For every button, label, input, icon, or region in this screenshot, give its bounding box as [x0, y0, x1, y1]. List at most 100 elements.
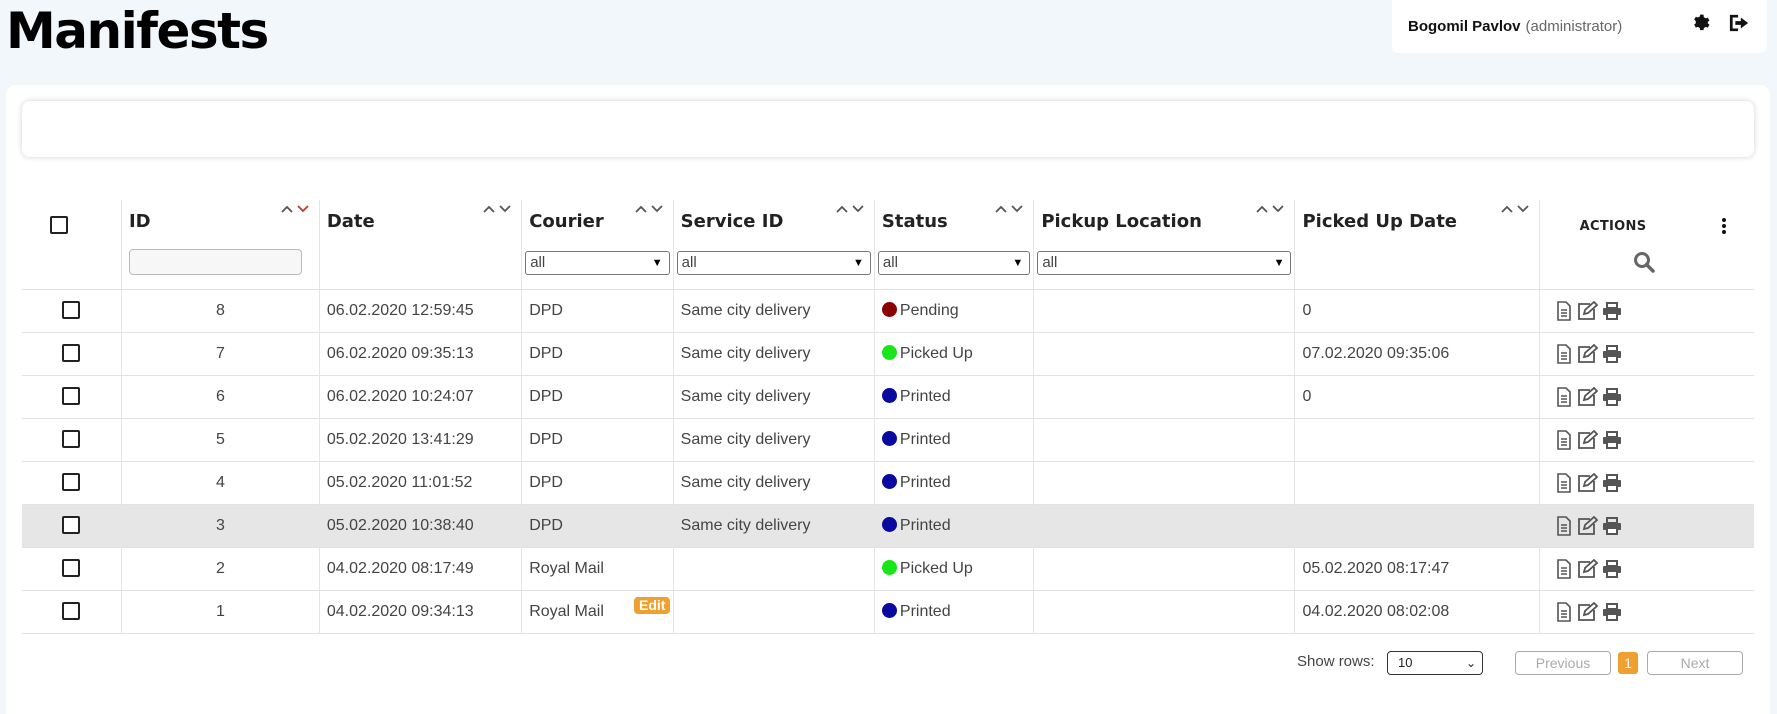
sort-desc-icon[interactable] — [651, 205, 663, 213]
print-icon[interactable] — [1602, 301, 1622, 320]
document-icon[interactable] — [1556, 343, 1572, 364]
edit-icon[interactable] — [1576, 558, 1598, 579]
document-icon[interactable] — [1556, 300, 1572, 321]
table-row[interactable]: 5 05.02.2020 13:41:29 DPD Same city deliver… — [22, 418, 1754, 461]
print-icon[interactable] — [1602, 559, 1622, 578]
edit-icon[interactable] — [1576, 386, 1598, 407]
sort-controls-service-id[interactable] — [836, 205, 864, 213]
status-label: Printed — [899, 516, 951, 534]
cell-picked-up-date — [1294, 461, 1540, 504]
edit-icon[interactable] — [1576, 300, 1598, 321]
cell-service-id: Same city delivery — [673, 418, 875, 461]
row-checkbox[interactable] — [62, 602, 81, 621]
header-select-all — [22, 200, 122, 289]
document-icon[interactable] — [1556, 429, 1572, 450]
table-row[interactable]: 3 05.02.2020 10:38:40 DPD Same city deliver… — [22, 504, 1754, 547]
cell-picked-up-date: 07.02.2020 09:35:06 — [1294, 332, 1540, 375]
sort-controls-date[interactable] — [483, 205, 511, 213]
table-row[interactable]: 1 04.02.2020 09:34:13 Royal Mail Printed 04.… — [22, 590, 1754, 633]
edit-icon[interactable] — [1576, 601, 1598, 622]
edit-icon[interactable] — [1576, 472, 1598, 493]
table-row[interactable]: 7 06.02.2020 09:35:13 DPD Same city deliver… — [22, 332, 1754, 375]
print-icon[interactable] — [1602, 430, 1622, 449]
sort-desc-icon[interactable] — [1272, 205, 1285, 213]
table-row[interactable]: 6 06.02.2020 10:24:07 DPD Same city deliver… — [22, 375, 1754, 418]
user-name: Bogomil Pavlov — [1408, 18, 1521, 35]
gear-icon[interactable] — [1690, 13, 1710, 37]
sort-controls-id[interactable] — [281, 205, 309, 213]
rows-per-page-select[interactable]: 10 ⌄ — [1387, 651, 1483, 675]
courier-filter-select[interactable]: all ▼ — [525, 251, 670, 275]
row-checkbox[interactable] — [62, 387, 81, 406]
print-icon[interactable] — [1602, 602, 1622, 621]
cell-date: 06.02.2020 12:59:45 — [319, 289, 523, 332]
print-icon[interactable] — [1602, 344, 1622, 363]
sort-desc-icon[interactable] — [1517, 205, 1529, 213]
row-select-cell — [22, 418, 122, 461]
logout-icon[interactable] — [1728, 13, 1750, 37]
document-icon[interactable] — [1556, 515, 1572, 536]
status-filter-select[interactable]: all ▼ — [877, 251, 1031, 275]
select-all-checkbox[interactable] — [50, 216, 68, 234]
print-icon[interactable] — [1602, 516, 1622, 535]
table-row[interactable]: 8 06.02.2020 12:59:45 DPD Same city deliver… — [22, 289, 1754, 332]
next-button[interactable]: Next — [1647, 651, 1743, 675]
edit-badge[interactable]: Edit — [634, 597, 671, 614]
sort-asc-icon[interactable] — [1256, 205, 1269, 213]
row-checkbox[interactable] — [62, 559, 81, 578]
cell-status: Printed — [874, 590, 1035, 633]
cell-date: 06.02.2020 10:24:07 — [319, 375, 523, 418]
document-icon[interactable] — [1556, 601, 1572, 622]
status-dot-icon — [881, 516, 897, 532]
document-icon[interactable] — [1556, 472, 1572, 493]
document-icon[interactable] — [1556, 386, 1572, 407]
sort-asc-icon[interactable] — [1501, 205, 1513, 213]
row-select-cell — [22, 547, 122, 590]
row-checkbox[interactable] — [62, 344, 81, 363]
sort-desc-icon[interactable] — [297, 205, 309, 213]
pickup-location-filter-value: all — [1042, 254, 1058, 271]
search-icon[interactable] — [1633, 251, 1655, 278]
sort-asc-icon[interactable] — [483, 205, 495, 213]
dropdown-arrow-icon: ▼ — [651, 257, 663, 269]
row-checkbox[interactable] — [62, 430, 81, 449]
sort-controls-picked-up-date[interactable] — [1501, 205, 1529, 213]
table-body: 8 06.02.2020 12:59:45 DPD Same city deliver… — [22, 289, 1754, 633]
courier-filter-value: all — [530, 254, 546, 271]
previous-button[interactable]: Previous — [1515, 651, 1611, 675]
cell-service-id: Same city delivery — [673, 289, 875, 332]
edit-icon[interactable] — [1576, 429, 1598, 450]
sort-desc-icon[interactable] — [499, 205, 511, 213]
show-rows-label: Show rows: — [1297, 653, 1375, 670]
status-dot-icon — [881, 344, 897, 360]
sort-controls-status[interactable] — [995, 205, 1023, 213]
column-menu-icon[interactable] — [1722, 218, 1726, 239]
table-row[interactable]: 4 05.02.2020 11:01:52 DPD Same city deliver… — [22, 461, 1754, 504]
edit-icon[interactable] — [1576, 343, 1598, 364]
edit-icon[interactable] — [1576, 515, 1598, 536]
sort-asc-icon[interactable] — [836, 205, 848, 213]
row-checkbox[interactable] — [62, 473, 81, 492]
cell-status: Pending — [874, 289, 1035, 332]
row-checkbox[interactable] — [62, 516, 81, 535]
sort-asc-icon[interactable] — [635, 205, 647, 213]
cell-service-id — [673, 547, 875, 590]
row-checkbox[interactable] — [62, 301, 81, 320]
print-icon[interactable] — [1602, 473, 1622, 492]
sort-controls-courier[interactable] — [635, 205, 663, 213]
row-select-cell — [22, 504, 122, 547]
service-id-filter-select[interactable]: all ▼ — [676, 251, 871, 275]
sort-desc-icon[interactable] — [1011, 205, 1023, 213]
document-icon[interactable] — [1556, 558, 1572, 579]
sort-controls-pickup-location[interactable] — [1256, 205, 1285, 213]
user-role: (administrator) — [1525, 18, 1623, 35]
id-filter-input[interactable] — [128, 249, 302, 275]
cell-picked-up-date: 0 — [1294, 289, 1540, 332]
table-row[interactable]: 2 04.02.2020 08:17:49 Royal Mail Picked Up 0… — [22, 547, 1754, 590]
sort-asc-icon[interactable] — [995, 205, 1007, 213]
print-icon[interactable] — [1602, 387, 1622, 406]
pickup-location-filter-select[interactable]: all ▼ — [1037, 251, 1292, 275]
page-1-button[interactable]: 1 — [1618, 652, 1638, 674]
sort-desc-icon[interactable] — [852, 205, 864, 213]
sort-asc-icon[interactable] — [281, 205, 293, 213]
